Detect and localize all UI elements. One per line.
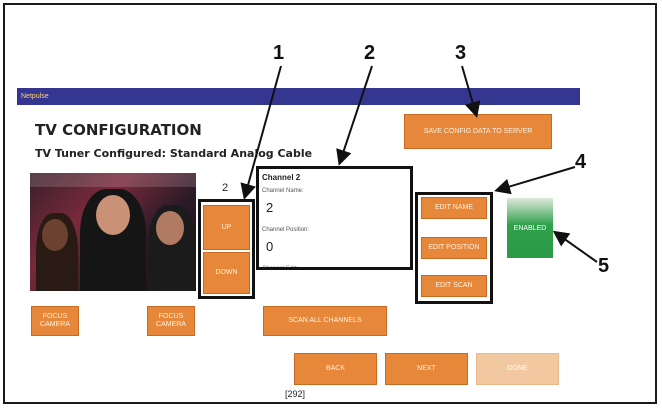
callout-arrow-2 — [336, 65, 373, 166]
callout-arrow-5 — [552, 230, 598, 263]
callout-arrow-4 — [494, 166, 576, 195]
callout-arrow-1 — [240, 65, 282, 200]
callout-arrow-3 — [461, 65, 481, 118]
callout-arrows — [240, 65, 598, 263]
